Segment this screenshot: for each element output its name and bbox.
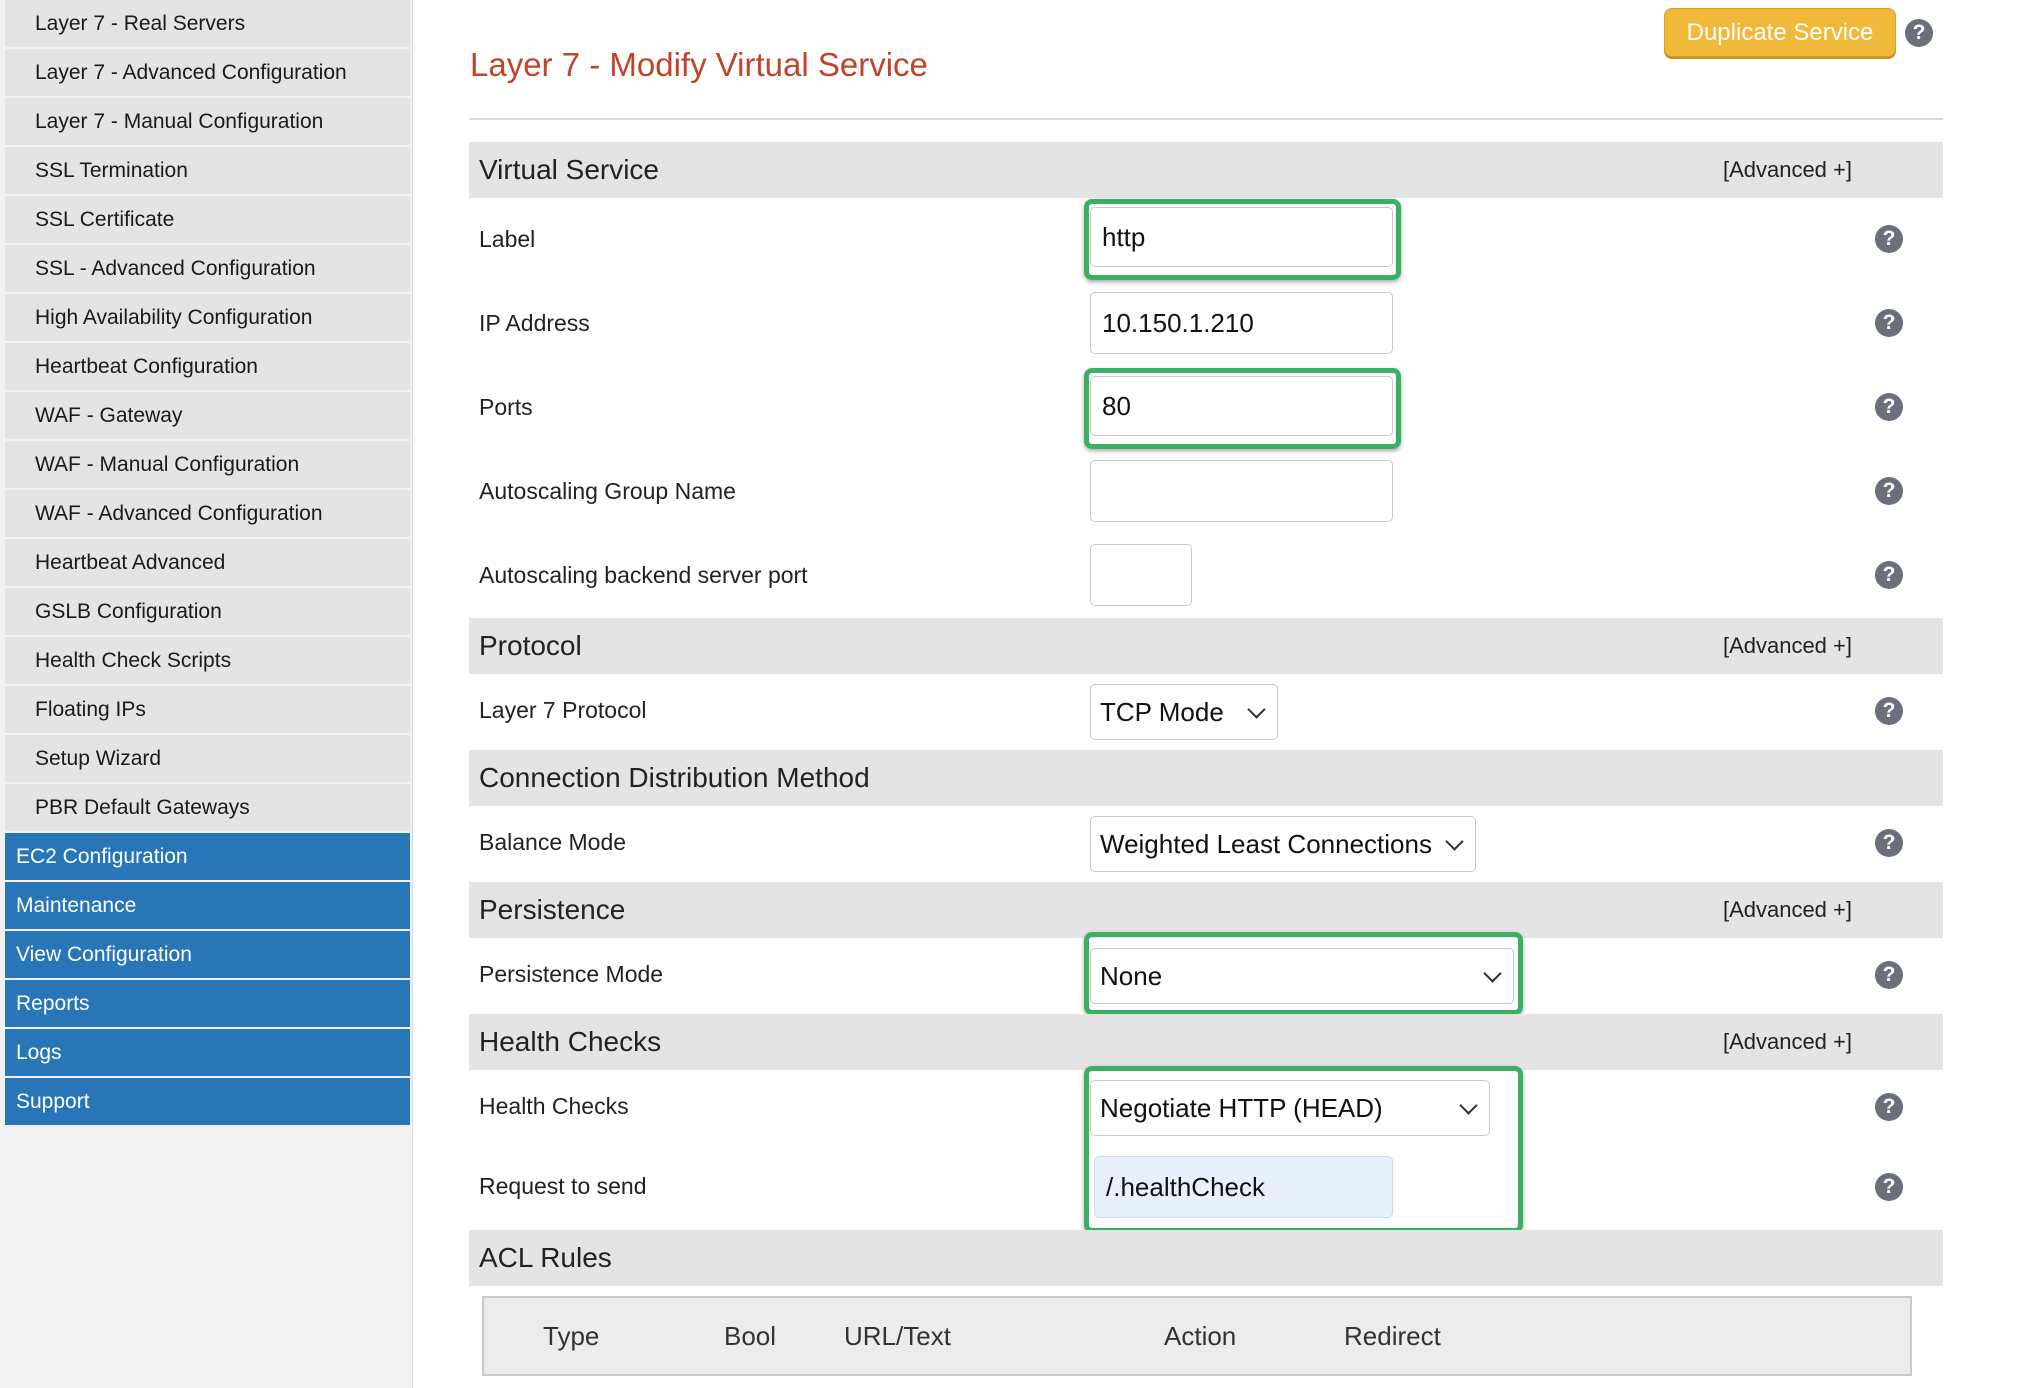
advanced-toggle-link[interactable]: [Advanced +]: [1723, 142, 1852, 198]
sidebar-item-pbr-default-gateways[interactable]: PBR Default Gateways: [5, 784, 410, 831]
layer7-protocol-select[interactable]: TCP Mode: [1090, 684, 1278, 740]
sidebar-item-heartbeat-advanced[interactable]: Heartbeat Advanced: [5, 539, 410, 586]
select-value: Weighted Least Connections: [1100, 829, 1432, 859]
request-to-send-label: Request to send: [479, 1173, 647, 1199]
balance-mode-label: Balance Mode: [479, 829, 627, 855]
ports-label: Ports: [479, 394, 533, 420]
help-icon[interactable]: ?: [1875, 309, 1903, 337]
section-title: Virtual Service: [479, 154, 660, 185]
help-icon[interactable]: ?: [1905, 19, 1933, 47]
sidebar-item-setup-wizard[interactable]: Setup Wizard: [5, 735, 410, 782]
sidebar-item-floating-ips[interactable]: Floating IPs: [5, 686, 410, 733]
help-icon[interactable]: ?: [1875, 477, 1903, 505]
sidebar-item-layer7-advanced-configuration[interactable]: Layer 7 - Advanced Configuration: [5, 49, 410, 96]
section-title: ACL Rules: [479, 1242, 612, 1273]
ip-address-label: IP Address: [479, 310, 590, 336]
health-checks-label: Health Checks: [479, 1093, 629, 1119]
chevron-down-icon: [1445, 832, 1464, 851]
balance-mode-select[interactable]: Weighted Least Connections: [1090, 816, 1476, 872]
section-title: Persistence: [479, 894, 626, 925]
sidebar-item-ssl-certificate[interactable]: SSL Certificate: [5, 196, 410, 243]
sidebar-item-maintenance[interactable]: Maintenance: [5, 882, 410, 929]
autoscaling-group-name-label: Autoscaling Group Name: [479, 478, 736, 504]
sidebar-item-ssl-termination[interactable]: SSL Termination: [5, 147, 410, 194]
sidebar-item-waf-manual-configuration[interactable]: WAF - Manual Configuration: [5, 441, 410, 488]
advanced-toggle-link[interactable]: [Advanced +]: [1723, 882, 1852, 938]
sidebar-item-gslb-configuration[interactable]: GSLB Configuration: [5, 588, 410, 635]
highlight-box: [1084, 199, 1401, 280]
layer7-protocol-label: Layer 7 Protocol: [479, 697, 647, 723]
help-icon[interactable]: ?: [1875, 393, 1903, 421]
title-divider: [469, 118, 1943, 120]
autoscaling-group-name-input[interactable]: [1090, 460, 1393, 522]
highlight-box: [1084, 932, 1523, 1015]
select-value: TCP Mode: [1100, 697, 1224, 727]
column-header-bool: Bool: [724, 1321, 777, 1351]
sidebar-item-reports[interactable]: Reports: [5, 980, 410, 1027]
sidebar-item-ec2-configuration[interactable]: EC2 Configuration: [5, 833, 410, 880]
ip-address-input[interactable]: 10.150.1.210: [1090, 292, 1393, 354]
help-icon[interactable]: ?: [1875, 961, 1903, 989]
column-header-type: Type: [543, 1321, 600, 1351]
sidebar-item-ssl-advanced-configuration[interactable]: SSL - Advanced Configuration: [5, 245, 410, 292]
help-icon[interactable]: ?: [1875, 829, 1903, 857]
duplicate-service-button[interactable]: Duplicate Service: [1664, 8, 1896, 57]
help-icon[interactable]: ?: [1875, 225, 1903, 253]
sidebar-item-health-check-scripts[interactable]: Health Check Scripts: [5, 637, 410, 684]
column-header-action: Action: [1164, 1321, 1237, 1351]
sidebar: Layer 7 - Real Servers Layer 7 - Advance…: [0, 0, 413, 1388]
sidebar-item-high-availability-configuration[interactable]: High Availability Configuration: [5, 294, 410, 341]
section-protocol: Protocol [Advanced +]: [469, 618, 1943, 674]
column-header-redirect: Redirect: [1344, 1321, 1441, 1351]
sidebar-item-layer7-manual-configuration[interactable]: Layer 7 - Manual Configuration: [5, 98, 410, 145]
section-title: Connection Distribution Method: [479, 762, 870, 793]
section-health-checks: Health Checks [Advanced +]: [469, 1014, 1943, 1070]
acl-rules-table: Type Bool URL/Text Action Redirect: [482, 1296, 1912, 1376]
advanced-toggle-link[interactable]: [Advanced +]: [1723, 1014, 1852, 1070]
sidebar-item-waf-advanced-configuration[interactable]: WAF - Advanced Configuration: [5, 490, 410, 537]
sidebar-item-view-configuration[interactable]: View Configuration: [5, 931, 410, 978]
help-icon[interactable]: ?: [1875, 561, 1903, 589]
help-icon[interactable]: ?: [1875, 697, 1903, 725]
section-persistence: Persistence [Advanced +]: [469, 882, 1943, 938]
autoscaling-backend-port-input[interactable]: [1090, 544, 1192, 606]
persistence-mode-label: Persistence Mode: [479, 961, 664, 987]
sidebar-item-layer7-real-servers[interactable]: Layer 7 - Real Servers: [5, 0, 410, 47]
section-virtual-service: Virtual Service [Advanced +]: [469, 142, 1943, 198]
page-title: Layer 7 - Modify Virtual Service: [470, 46, 928, 83]
help-icon[interactable]: ?: [1875, 1173, 1903, 1201]
label-field-label: Label: [479, 226, 536, 252]
section-title: Protocol: [479, 630, 582, 661]
help-icon[interactable]: ?: [1875, 1093, 1903, 1121]
sidebar-item-waf-gateway[interactable]: WAF - Gateway: [5, 392, 410, 439]
highlight-box: [1084, 1066, 1523, 1233]
section-acl-rules: ACL Rules: [469, 1230, 1943, 1286]
advanced-toggle-link[interactable]: [Advanced +]: [1723, 618, 1852, 674]
sidebar-item-heartbeat-configuration[interactable]: Heartbeat Configuration: [5, 343, 410, 390]
highlight-box: [1084, 368, 1401, 449]
autoscaling-backend-port-label: Autoscaling backend server port: [479, 562, 808, 588]
column-header-url-text: URL/Text: [844, 1321, 951, 1351]
sidebar-item-logs[interactable]: Logs: [5, 1029, 410, 1076]
chevron-down-icon: [1247, 700, 1266, 719]
section-title: Health Checks: [479, 1026, 662, 1057]
section-connection-distribution: Connection Distribution Method: [469, 750, 1943, 806]
sidebar-item-support[interactable]: Support: [5, 1078, 410, 1125]
